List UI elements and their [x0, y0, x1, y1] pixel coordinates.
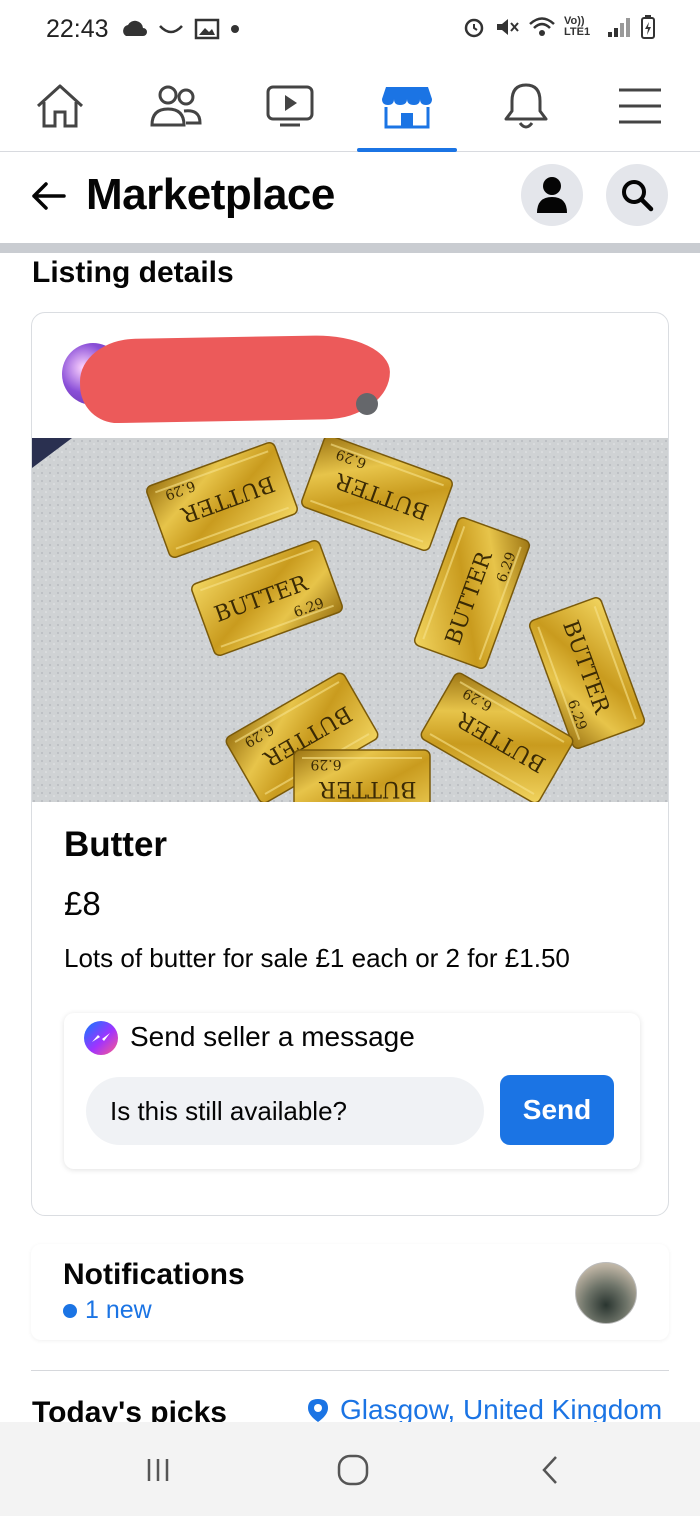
menu-icon [619, 88, 661, 124]
signal-icon [608, 18, 630, 37]
curve-icon [159, 25, 183, 34]
recents-button[interactable] [138, 1450, 178, 1490]
tab-home[interactable] [10, 62, 110, 150]
message-input[interactable] [86, 1077, 484, 1145]
notifications-title: Notifications [63, 1258, 245, 1291]
mute-icon [497, 19, 519, 35]
chevron-left-icon [542, 1456, 557, 1484]
page-title: Marketplace [86, 170, 335, 219]
back-button[interactable] [530, 1450, 570, 1490]
listing-description: Lots of butter for sale £1 each or 2 for… [64, 943, 570, 973]
watch-icon [266, 85, 314, 127]
notification-thumbnail [575, 1262, 637, 1324]
cloud-icon [123, 20, 147, 36]
send-button[interactable]: Send [500, 1075, 614, 1145]
home-button[interactable] [333, 1450, 373, 1490]
new-count: 1 new [85, 1296, 152, 1324]
bell-icon [504, 83, 548, 129]
tab-watch[interactable] [240, 62, 340, 150]
system-nav-bar [0, 1422, 700, 1516]
listing-details-heading: Listing details [32, 256, 234, 289]
recents-icon [147, 1459, 169, 1481]
listing-price: £8 [64, 885, 101, 922]
home-icon [36, 84, 84, 128]
section-divider [0, 243, 700, 253]
globe-icon [356, 393, 378, 415]
marketplace-icon [382, 87, 432, 129]
tab-notifications[interactable] [476, 62, 576, 150]
marketplace-header: Marketplace [0, 156, 700, 244]
search-icon [622, 180, 654, 212]
battery-icon [641, 15, 655, 39]
listing-card: BUTTER 6.29 Butter £8 Lots of butter for… [31, 312, 669, 1216]
profile-button[interactable] [521, 164, 583, 226]
divider [31, 1370, 669, 1371]
search-button[interactable] [606, 164, 668, 226]
alarm-icon [464, 18, 484, 38]
status-bar: 22:43 Vo)) LTE1 [0, 0, 700, 58]
top-nav-bar [0, 62, 700, 152]
tab-menu[interactable] [590, 62, 690, 150]
redacted-seller-name [79, 334, 391, 424]
status-time: 22:43 [46, 15, 109, 43]
wifi-icon [529, 17, 555, 36]
network-label: Vo)) LTE1 [564, 15, 591, 38]
friends-icon [150, 85, 202, 127]
tab-marketplace[interactable] [357, 62, 457, 152]
notifications-row[interactable]: Notifications 1 new [31, 1244, 669, 1340]
back-arrow-icon[interactable] [28, 176, 68, 216]
tab-friends[interactable] [126, 62, 226, 150]
listing-photo[interactable]: BUTTER 6.29 [32, 438, 669, 802]
listing-title: Butter [64, 825, 168, 864]
dot-icon [231, 25, 239, 33]
home-circle-icon [337, 1454, 369, 1486]
new-dot-icon [63, 1303, 77, 1318]
message-seller-box: Send seller a message Send [64, 1013, 640, 1169]
location-pin-icon [308, 1399, 328, 1422]
person-icon [537, 177, 567, 213]
send-message-label: Send seller a message [130, 1021, 415, 1052]
messenger-icon [84, 1021, 118, 1055]
gallery-icon [194, 18, 220, 40]
